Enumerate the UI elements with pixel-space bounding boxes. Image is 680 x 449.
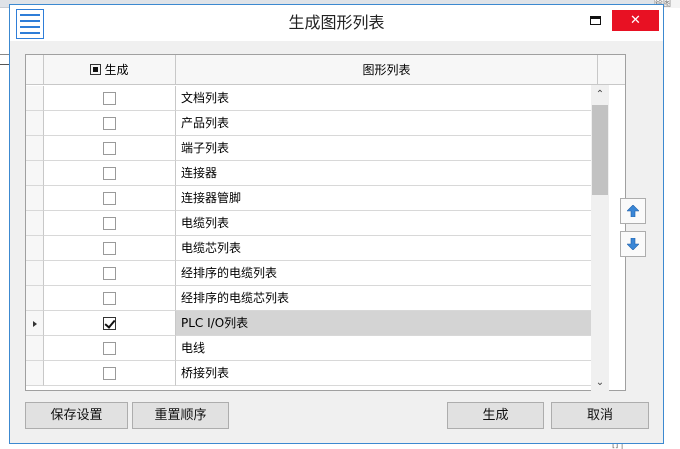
close-button[interactable]: ✕ xyxy=(612,10,659,31)
maximize-button[interactable] xyxy=(590,16,601,25)
list-name-cell[interactable]: 文档列表 xyxy=(176,86,598,111)
table-row[interactable]: 电缆芯列表 xyxy=(26,236,598,261)
arrow-down-icon xyxy=(627,238,639,250)
generate-lists-dialog: 生成图形列表 ✕ 生成 图形列表 文档列表 产品列表 端子列表 连接器 连接器管脚 电缆列… xyxy=(9,4,664,444)
generate-cell xyxy=(44,186,176,211)
list-name-cell[interactable]: 电缆芯列表 xyxy=(176,236,598,261)
current-row-icon xyxy=(32,320,37,327)
table-row[interactable]: 连接器 xyxy=(26,161,598,186)
generate-checkbox[interactable] xyxy=(103,167,116,180)
list-name-cell[interactable]: 连接器 xyxy=(176,161,598,186)
move-up-button[interactable] xyxy=(620,198,646,224)
generate-cell xyxy=(44,236,176,261)
column-header-generate-label: 生成 xyxy=(104,63,129,77)
generate-cell xyxy=(44,261,176,286)
list-name-cell[interactable]: 端子列表 xyxy=(176,136,598,161)
table-row[interactable]: 连接器管脚 xyxy=(26,186,598,211)
generate-checkbox[interactable] xyxy=(103,292,116,305)
generate-cell xyxy=(44,286,176,311)
table-row[interactable]: 经排序的电缆列表 xyxy=(26,261,598,286)
generate-checkbox[interactable] xyxy=(103,267,116,280)
generate-cell xyxy=(44,86,176,111)
generate-cell xyxy=(44,311,176,336)
row-header[interactable] xyxy=(26,211,44,236)
column-header-list[interactable]: 图形列表 xyxy=(176,55,598,85)
table-row[interactable]: 文档列表 xyxy=(26,86,598,111)
row-header[interactable] xyxy=(26,111,44,136)
row-header[interactable] xyxy=(26,236,44,261)
list-name-cell[interactable]: 电缆列表 xyxy=(176,211,598,236)
scroll-up-icon[interactable]: ⌃ xyxy=(591,85,609,105)
generate-checkbox[interactable] xyxy=(103,367,116,380)
cancel-button[interactable]: 取消 xyxy=(551,402,649,429)
generate-checkbox[interactable] xyxy=(103,192,116,205)
list-name-cell[interactable]: 电线 xyxy=(176,336,598,361)
generate-checkbox[interactable] xyxy=(103,317,116,330)
row-header[interactable] xyxy=(26,261,44,286)
generate-cell xyxy=(44,211,176,236)
generate-checkbox[interactable] xyxy=(103,242,116,255)
list-name-cell[interactable]: 连接器管脚 xyxy=(176,186,598,211)
row-header[interactable] xyxy=(26,311,44,336)
row-header[interactable] xyxy=(26,86,44,111)
list-name-cell[interactable]: 产品列表 xyxy=(176,111,598,136)
list-name-cell[interactable]: 经排序的电缆列表 xyxy=(176,261,598,286)
dialog-title: 生成图形列表 xyxy=(288,13,385,32)
reset-order-button[interactable]: 重置顺序 xyxy=(132,402,229,429)
title-bar: 生成图形列表 ✕ xyxy=(10,5,663,41)
generate-checkbox[interactable] xyxy=(103,217,116,230)
arrow-up-icon xyxy=(627,205,639,217)
scrollbar-thumb[interactable] xyxy=(592,105,608,195)
scroll-down-icon[interactable]: ⌄ xyxy=(591,373,609,393)
row-header[interactable] xyxy=(26,186,44,211)
table-row[interactable]: PLC I/O列表 xyxy=(26,311,598,336)
grid-header: 生成 图形列表 xyxy=(26,55,625,85)
generate-checkbox[interactable] xyxy=(103,342,116,355)
move-down-button[interactable] xyxy=(620,231,646,257)
row-header[interactable] xyxy=(26,286,44,311)
generate-cell xyxy=(44,136,176,161)
generate-checkbox[interactable] xyxy=(103,142,116,155)
generate-button[interactable]: 生成 xyxy=(447,402,544,429)
table-row[interactable]: 桥接列表 xyxy=(26,361,598,386)
select-all-checkbox[interactable] xyxy=(90,64,102,75)
row-header[interactable] xyxy=(26,161,44,186)
table-row[interactable]: 经排序的电缆芯列表 xyxy=(26,286,598,311)
list-name-cell[interactable]: 桥接列表 xyxy=(176,361,598,386)
list-name-cell[interactable]: PLC I/O列表 xyxy=(176,311,598,336)
generate-cell xyxy=(44,336,176,361)
generate-checkbox[interactable] xyxy=(103,92,116,105)
vertical-scrollbar[interactable]: ⌃ ⌄ xyxy=(591,85,609,393)
generate-cell xyxy=(44,161,176,186)
lists-grid: 生成 图形列表 文档列表 产品列表 端子列表 连接器 连接器管脚 电缆列表 电缆芯列表 经排序… xyxy=(25,54,626,391)
table-row[interactable]: 电线 xyxy=(26,336,598,361)
row-header[interactable] xyxy=(26,136,44,161)
table-row[interactable]: 电缆列表 xyxy=(26,211,598,236)
header-corner xyxy=(598,55,625,85)
table-row[interactable]: 产品列表 xyxy=(26,111,598,136)
row-header[interactable] xyxy=(26,361,44,386)
list-name-cell[interactable]: 经排序的电缆芯列表 xyxy=(176,286,598,311)
generate-cell xyxy=(44,111,176,136)
generate-checkbox[interactable] xyxy=(103,117,116,130)
save-settings-button[interactable]: 保存设置 xyxy=(25,402,128,429)
column-header-generate[interactable]: 生成 xyxy=(44,55,176,85)
row-header[interactable] xyxy=(26,336,44,361)
row-header-corner xyxy=(26,55,44,85)
generate-cell xyxy=(44,361,176,386)
table-row[interactable]: 端子列表 xyxy=(26,136,598,161)
